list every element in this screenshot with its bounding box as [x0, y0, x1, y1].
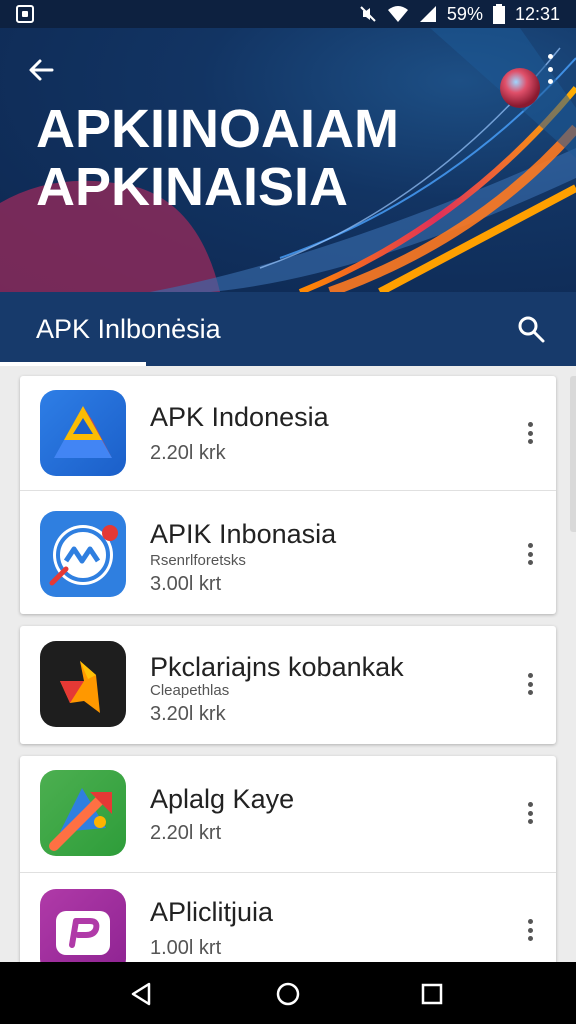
back-arrow-icon[interactable]	[24, 52, 60, 88]
mute-icon	[360, 6, 376, 22]
more-options-icon[interactable]	[526, 422, 534, 444]
list-item[interactable]: Aplalg Kaye 2.20l krt	[20, 756, 556, 872]
app-card: Pkclariajns kobankak Cleapethlas 3.20l k…	[20, 626, 556, 744]
app-name: Pkclariajns kobankak	[150, 652, 404, 682]
app-size: 3.20l krk	[150, 703, 226, 725]
battery-percent: 59%	[446, 3, 483, 24]
green-arrow-icon	[40, 770, 126, 856]
screenshot-icon	[16, 5, 34, 23]
app-name: Aplalg Kaye	[150, 784, 295, 814]
hero-title-line1: APKIINOAIAM	[36, 99, 399, 159]
app-subtitle: Cleapethlas	[150, 682, 230, 699]
blue-circle-logo-icon	[40, 511, 126, 597]
status-bar: 59% 12:31	[0, 0, 576, 28]
battery-icon	[492, 4, 505, 24]
tab-indicator	[0, 362, 146, 366]
search-icon[interactable]	[516, 314, 546, 344]
back-triangle-icon[interactable]	[127, 979, 157, 1009]
more-options-icon[interactable]	[526, 919, 534, 941]
signal-icon	[419, 6, 436, 22]
home-circle-icon[interactable]	[273, 979, 303, 1009]
list-item[interactable]: Pkclariajns kobankak Cleapethlas 3.20l k…	[20, 626, 556, 744]
system-nav-bar	[0, 962, 576, 1024]
list-item[interactable]: APIK Inbonasia Rsenrlforetsks 3.00l krt	[20, 490, 556, 614]
hero-title: APKIINOAIAM APKINAISIA	[36, 100, 399, 216]
scroll-edge	[570, 376, 576, 532]
orange-shape-icon	[40, 641, 126, 727]
app-name: APliclitjuia	[150, 897, 274, 927]
list-item[interactable]: APliclitjuia 1.00l krt	[20, 872, 556, 976]
hero-banner: APKIINOAIAM APKINAISIA	[0, 28, 576, 292]
recents-square-icon[interactable]	[417, 979, 447, 1009]
app-name: APIK Inbonasia	[150, 519, 337, 549]
app-card: APK Indonesia 2.20l krk APIK Inbonasia R…	[20, 376, 556, 614]
app-bar-title: APK Inlbonėsia	[36, 314, 221, 344]
app-size: 1.00l krt	[150, 937, 222, 959]
app-subtitle: Rsenrlforetsks	[150, 552, 246, 569]
app-size: 2.20l krt	[150, 822, 222, 844]
hero-title-line2: APKINAISIA	[36, 157, 349, 217]
list-item[interactable]: APK Indonesia 2.20l krk	[20, 376, 556, 490]
more-options-icon[interactable]	[526, 673, 534, 695]
clock: 12:31	[514, 3, 560, 24]
more-options-icon[interactable]	[526, 543, 534, 565]
drive-triangle-icon	[40, 390, 126, 476]
wifi-icon	[387, 6, 408, 22]
app-size: 2.20l krk	[150, 442, 226, 464]
overflow-menu-icon[interactable]	[542, 54, 558, 84]
more-options-icon[interactable]	[526, 802, 534, 824]
app-size: 3.00l krt	[150, 573, 222, 595]
app-name: APK Indonesia	[150, 402, 329, 432]
app-card: Aplalg Kaye 2.20l krt APliclitjuia 1.00l…	[20, 756, 556, 976]
app-bar: APK Inlbonėsia	[0, 292, 576, 366]
